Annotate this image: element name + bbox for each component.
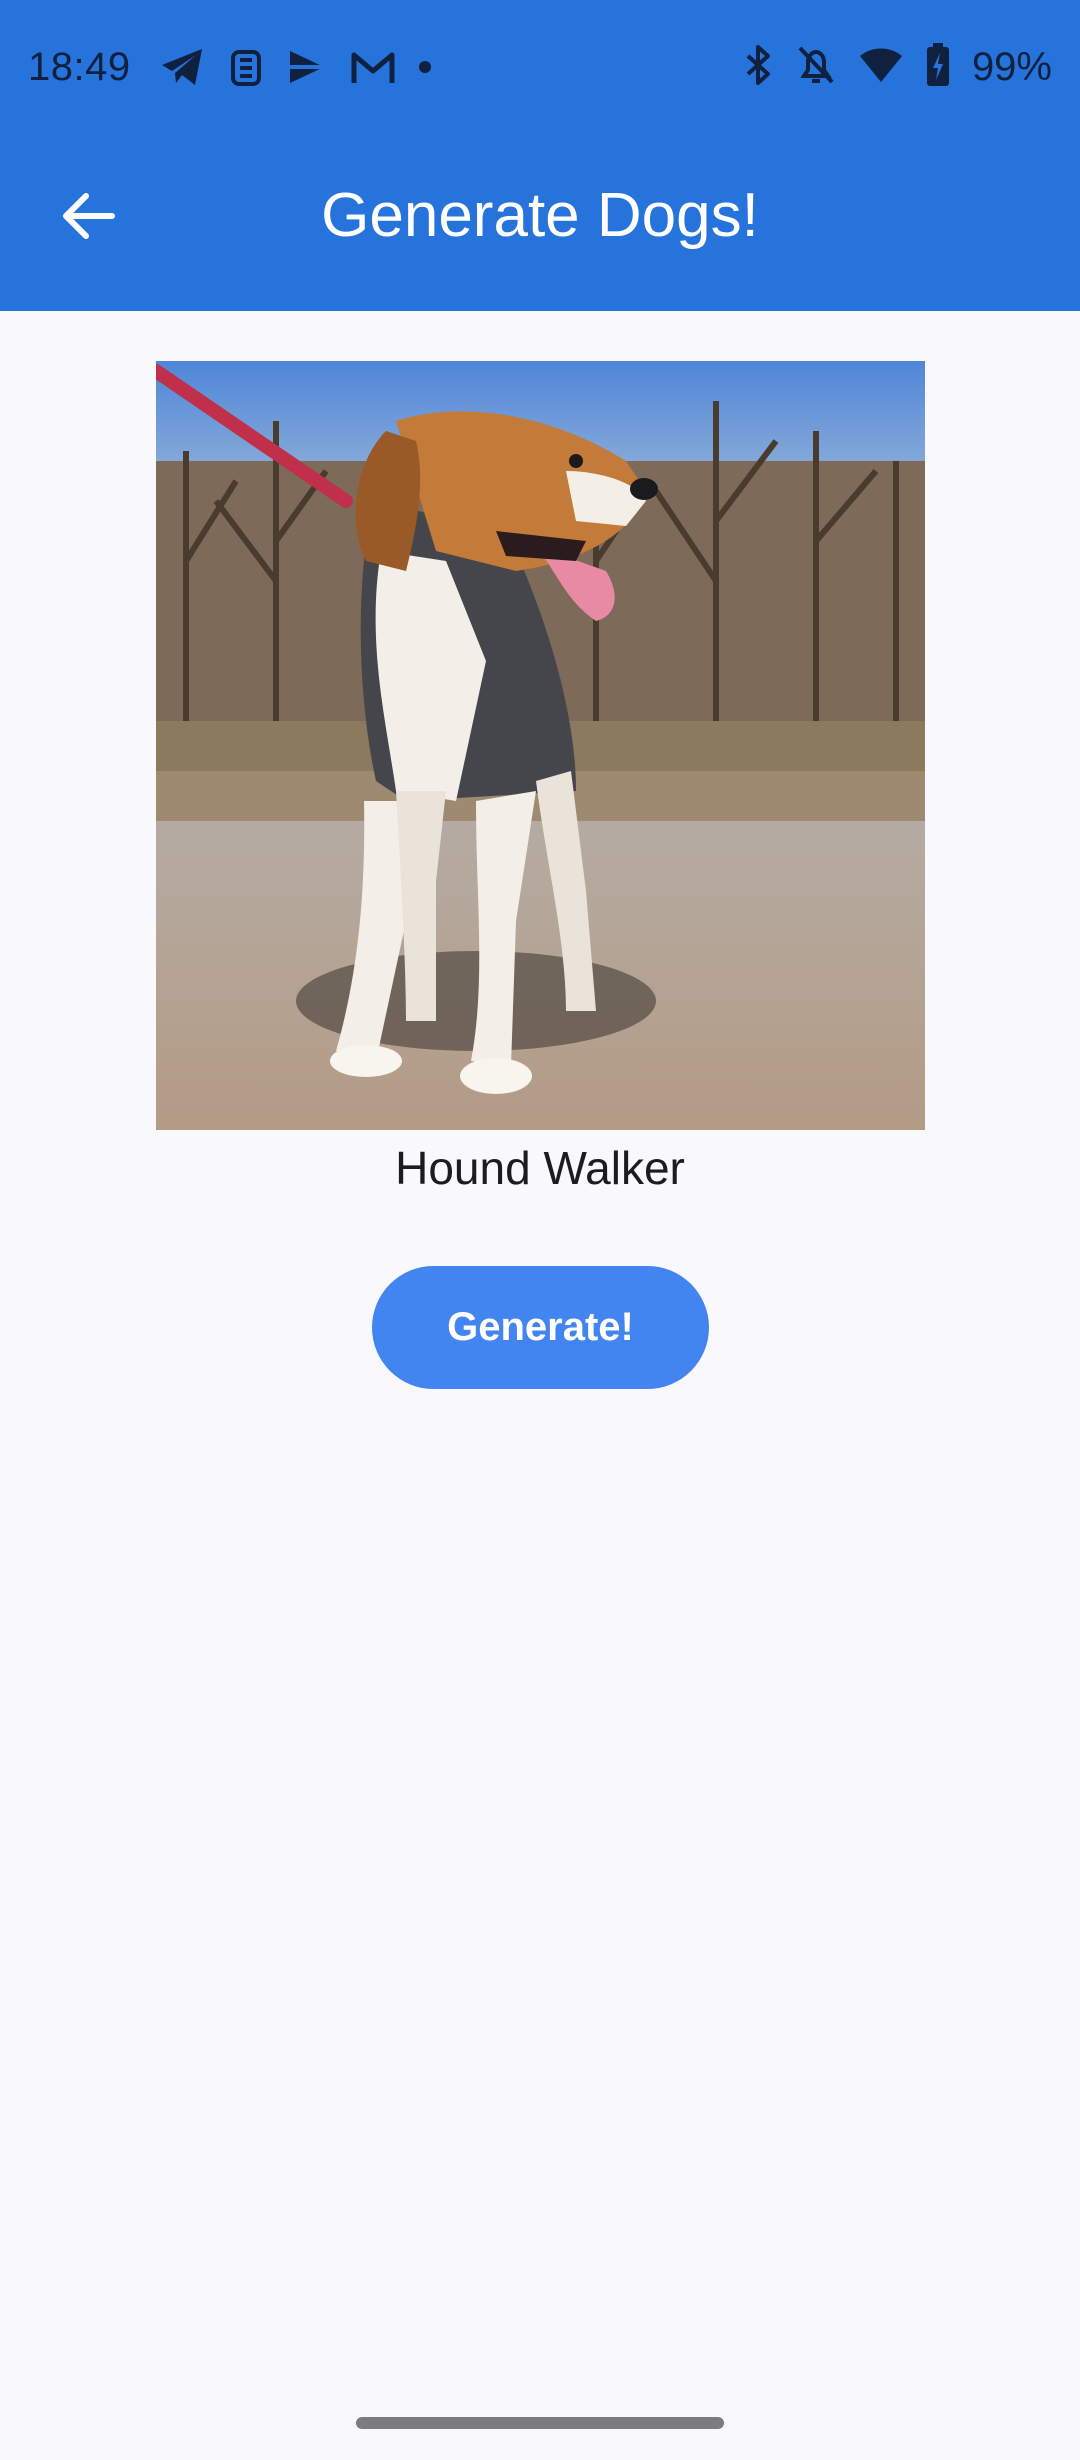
- battery-percent: 99%: [971, 45, 1052, 89]
- breed-name: Hound Walker: [395, 1142, 685, 1194]
- telegram-icon: [160, 47, 206, 87]
- page-title: Generate Dogs!: [321, 181, 759, 250]
- gesture-nav-handle[interactable]: [356, 2417, 724, 2429]
- bell-off-icon: [796, 44, 836, 91]
- bluetooth-icon: [742, 44, 774, 91]
- status-time: 18:49: [28, 45, 131, 89]
- teams-icon: [228, 46, 264, 88]
- playstore-icon: [286, 47, 328, 87]
- battery-charging-icon: [926, 42, 950, 92]
- dot-icon: [418, 60, 432, 74]
- dog-image: [156, 361, 925, 1130]
- status-bar: 18:49 99%: [0, 0, 1080, 130]
- app-bar: 18:49 99% Generate Dogs!: [0, 0, 1080, 311]
- gmail-icon: [350, 49, 396, 85]
- status-system-icons: 99%: [742, 42, 1052, 92]
- toolbar: Generate Dogs!: [0, 130, 1080, 311]
- status-notification-icons: [160, 44, 432, 90]
- wifi-icon: [858, 46, 904, 89]
- generate-button[interactable]: Generate!: [372, 1266, 709, 1389]
